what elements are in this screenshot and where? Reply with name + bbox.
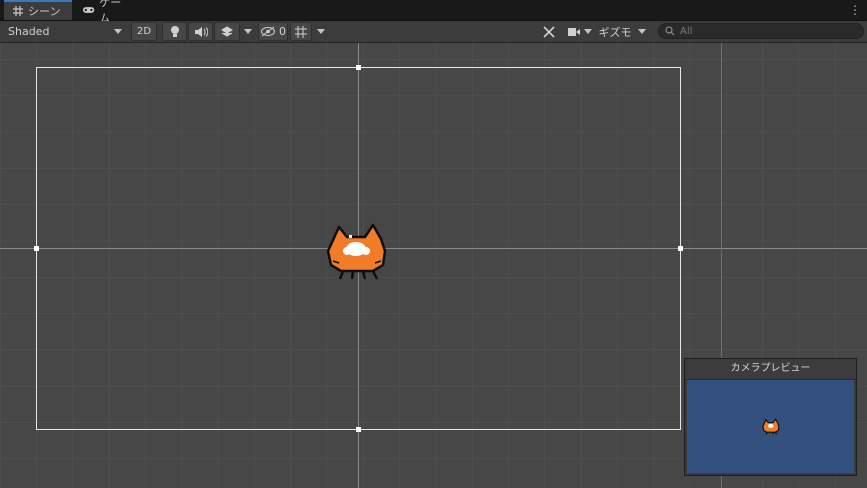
audio-toggle-button[interactable] — [188, 22, 213, 41]
gizmos-dropdown[interactable] — [634, 22, 650, 41]
gizmos-label: ギズモ — [598, 25, 632, 39]
grid-dropdown[interactable] — [313, 22, 329, 41]
camera-preview-viewport — [687, 380, 854, 473]
chevron-down-icon — [638, 29, 646, 34]
tab-scene[interactable]: シーン — [4, 0, 72, 20]
toggle-2d-label: 2D — [136, 26, 152, 37]
hidden-objects-toggle[interactable]: 0 — [258, 22, 288, 41]
effects-dropdown[interactable] — [241, 22, 255, 41]
tab-game[interactable]: ゲーム — [74, 0, 138, 25]
speaker-icon — [194, 26, 208, 37]
toggle-2d-button[interactable]: 2D — [131, 22, 157, 41]
grid-snap-icon — [295, 25, 307, 38]
search-input[interactable] — [680, 25, 860, 37]
hidden-count: 0 — [279, 25, 286, 38]
search-icon — [665, 26, 675, 36]
shading-mode-dropdown[interactable]: Shaded — [4, 22, 126, 41]
layers-icon — [221, 25, 233, 37]
camera-icon — [567, 27, 580, 36]
tab-bar: シーン ゲーム ⋮ — [0, 0, 867, 25]
search-box[interactable] — [658, 23, 864, 39]
camera-settings-dropdown[interactable] — [563, 22, 595, 41]
cat-sprite-preview — [762, 418, 780, 435]
chevron-down-icon — [114, 29, 122, 34]
tab-scene-label: シーン — [28, 5, 61, 18]
frame-handle-bottom[interactable] — [356, 427, 361, 432]
grid-icon — [13, 6, 23, 16]
chevron-down-icon — [244, 29, 252, 34]
scene-toolbar: Shaded 2D 0 ギズモ All — [0, 21, 867, 43]
lighting-toggle-button[interactable] — [162, 22, 187, 41]
tools-button[interactable] — [538, 22, 560, 41]
gizmos-button[interactable]: ギズモ — [598, 22, 632, 41]
scene-view[interactable]: カメラプレビュー — [0, 43, 867, 488]
grid-toggle-button[interactable] — [290, 22, 312, 41]
frame-handle-right[interactable] — [678, 246, 683, 251]
gamepad-icon — [82, 7, 95, 13]
chevron-down-icon — [317, 29, 325, 34]
effects-toggle-button[interactable] — [214, 22, 240, 41]
frame-handle-top[interactable] — [356, 65, 361, 70]
frame-handle-left[interactable] — [34, 246, 39, 251]
chevron-down-icon — [583, 29, 592, 34]
camera-preview-title: カメラプレビュー — [685, 359, 856, 380]
shading-mode-value: Shaded — [8, 25, 50, 38]
more-options-icon[interactable]: ⋮ — [849, 2, 861, 18]
cat-sprite[interactable] — [325, 221, 389, 281]
lightbulb-icon — [170, 26, 179, 37]
eye-slash-icon — [261, 26, 275, 37]
camera-preview-panel: カメラプレビュー — [684, 358, 857, 476]
tools-icon — [543, 25, 555, 38]
